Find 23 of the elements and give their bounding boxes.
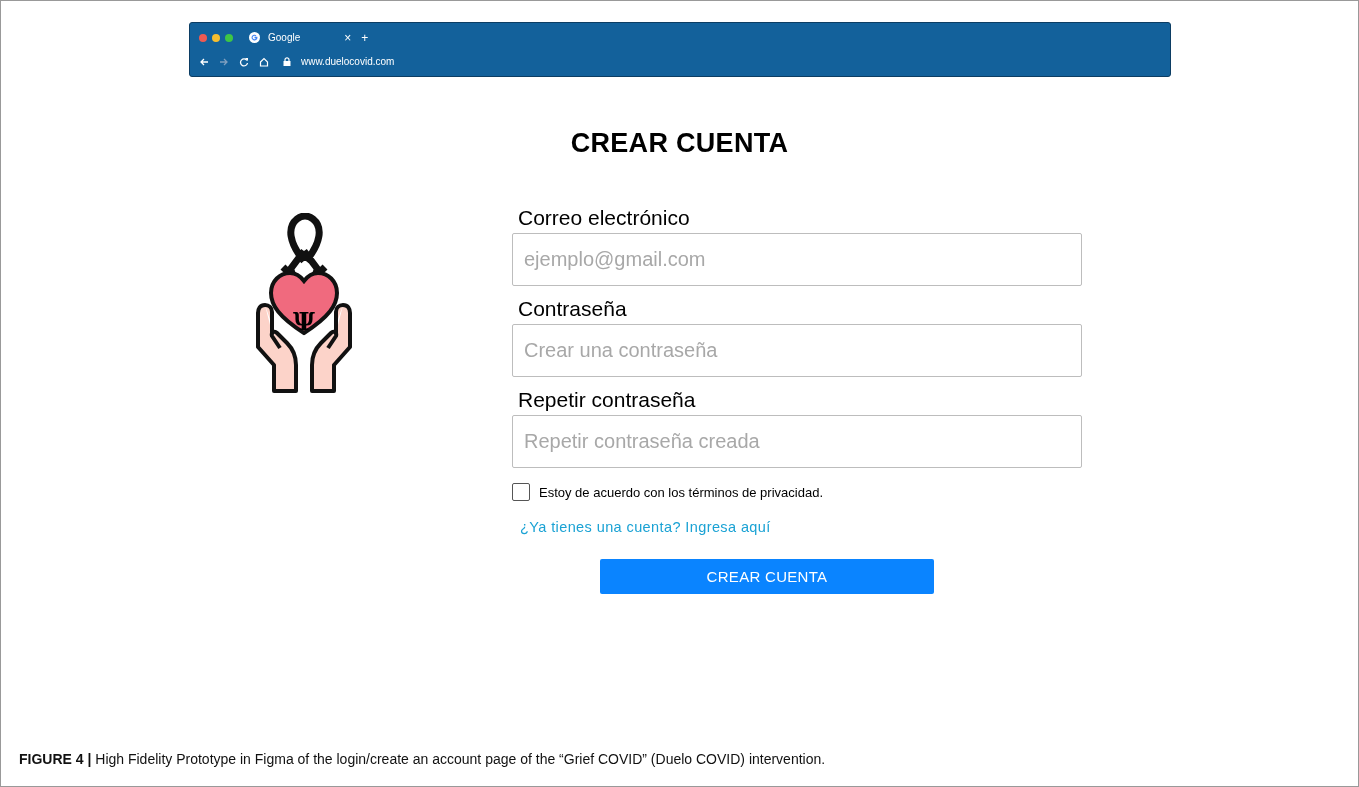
- lock-icon: [283, 57, 291, 66]
- maximize-window-icon[interactable]: [225, 33, 233, 42]
- close-tab-button[interactable]: ×: [344, 31, 352, 44]
- input-field[interactable]: Repetir contraseña creada: [512, 415, 1082, 468]
- favicon-icon: [249, 32, 260, 43]
- psi-symbol: Ψ: [292, 310, 316, 334]
- reload-icon[interactable]: [239, 56, 249, 67]
- address-bar[interactable]: www.duelocovid.com: [301, 56, 395, 67]
- new-tab-button[interactable]: +: [361, 31, 369, 44]
- checkbox[interactable]: [512, 483, 530, 501]
- checkbox-label: Estoy de acuerdo con los términos de privacidad.: [539, 484, 823, 500]
- home-icon[interactable]: [259, 56, 269, 67]
- create-account-button[interactable]: CREAR CUENTA: [600, 559, 934, 594]
- input-field[interactable]: Crear una contraseña: [512, 324, 1082, 377]
- field-label: Contraseña: [518, 296, 628, 322]
- input-field[interactable]: ejemplo@gmail.com: [512, 233, 1082, 286]
- page-title: CREAR CUENTA: [569, 127, 790, 159]
- tab-title[interactable]: Google: [268, 32, 301, 43]
- figure-caption: FIGURE 4 | High Fidelity Prototype in Figma of the login/create an account page of the “Grief COVID” (Duelo COVID) intervention.: [19, 751, 827, 767]
- minimize-window-icon[interactable]: [212, 33, 220, 42]
- back-icon[interactable]: [199, 56, 209, 67]
- field-label: Repetir contraseña: [518, 387, 697, 413]
- field-label: Correo electrónico: [518, 205, 691, 231]
